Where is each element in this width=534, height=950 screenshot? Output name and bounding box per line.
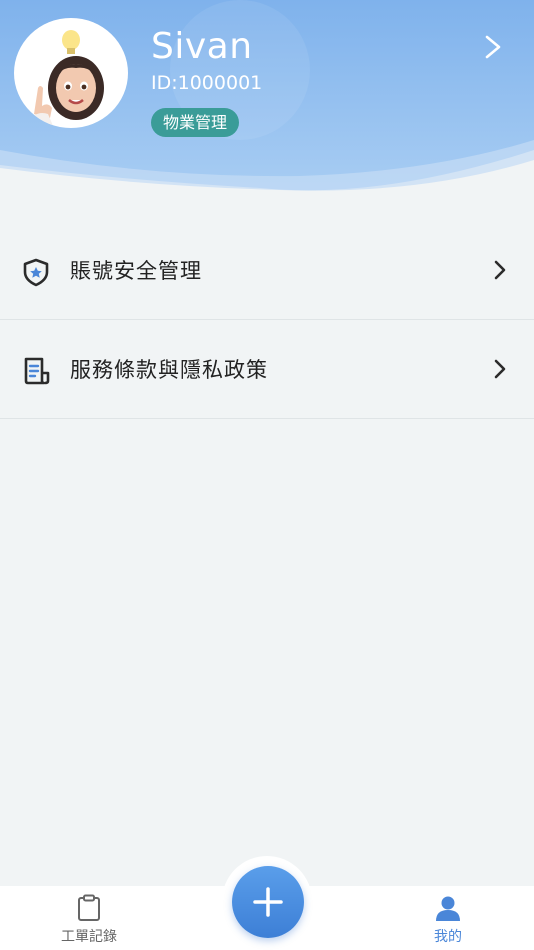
settings-menu: 賬號安全管理 服務條款與隱私政策 xyxy=(0,221,534,419)
profile-id: ID:1000001 xyxy=(151,72,263,94)
avatar[interactable] xyxy=(14,18,128,128)
profile-header[interactable]: Sivan ID:1000001 物業管理 xyxy=(0,0,534,195)
menu-item-terms-privacy[interactable]: 服務條款與隱私政策 xyxy=(0,320,534,419)
document-icon xyxy=(24,357,50,385)
tab-label: 工單記錄 xyxy=(61,929,117,945)
role-badge: 物業管理 xyxy=(151,108,240,137)
plus-icon xyxy=(253,887,283,917)
chevron-right-icon xyxy=(494,359,506,379)
chevron-right-icon[interactable] xyxy=(479,32,507,62)
tab-work-orders[interactable]: 工單記錄 xyxy=(29,886,149,950)
menu-item-account-security[interactable]: 賬號安全管理 xyxy=(0,221,534,320)
menu-item-label: 賬號安全管理 xyxy=(70,259,202,283)
avatar-memoji-icon xyxy=(24,30,104,128)
add-button[interactable] xyxy=(232,866,304,938)
tab-label: 我的 xyxy=(434,929,462,945)
menu-item-label: 服務條款與隱私政策 xyxy=(70,358,268,382)
user-icon xyxy=(436,896,460,921)
tab-mine[interactable]: 我的 xyxy=(388,886,508,950)
chevron-right-icon xyxy=(494,260,506,280)
clipboard-icon xyxy=(78,894,100,921)
profile-name: Sivan xyxy=(151,26,253,67)
shield-star-icon xyxy=(23,258,49,287)
